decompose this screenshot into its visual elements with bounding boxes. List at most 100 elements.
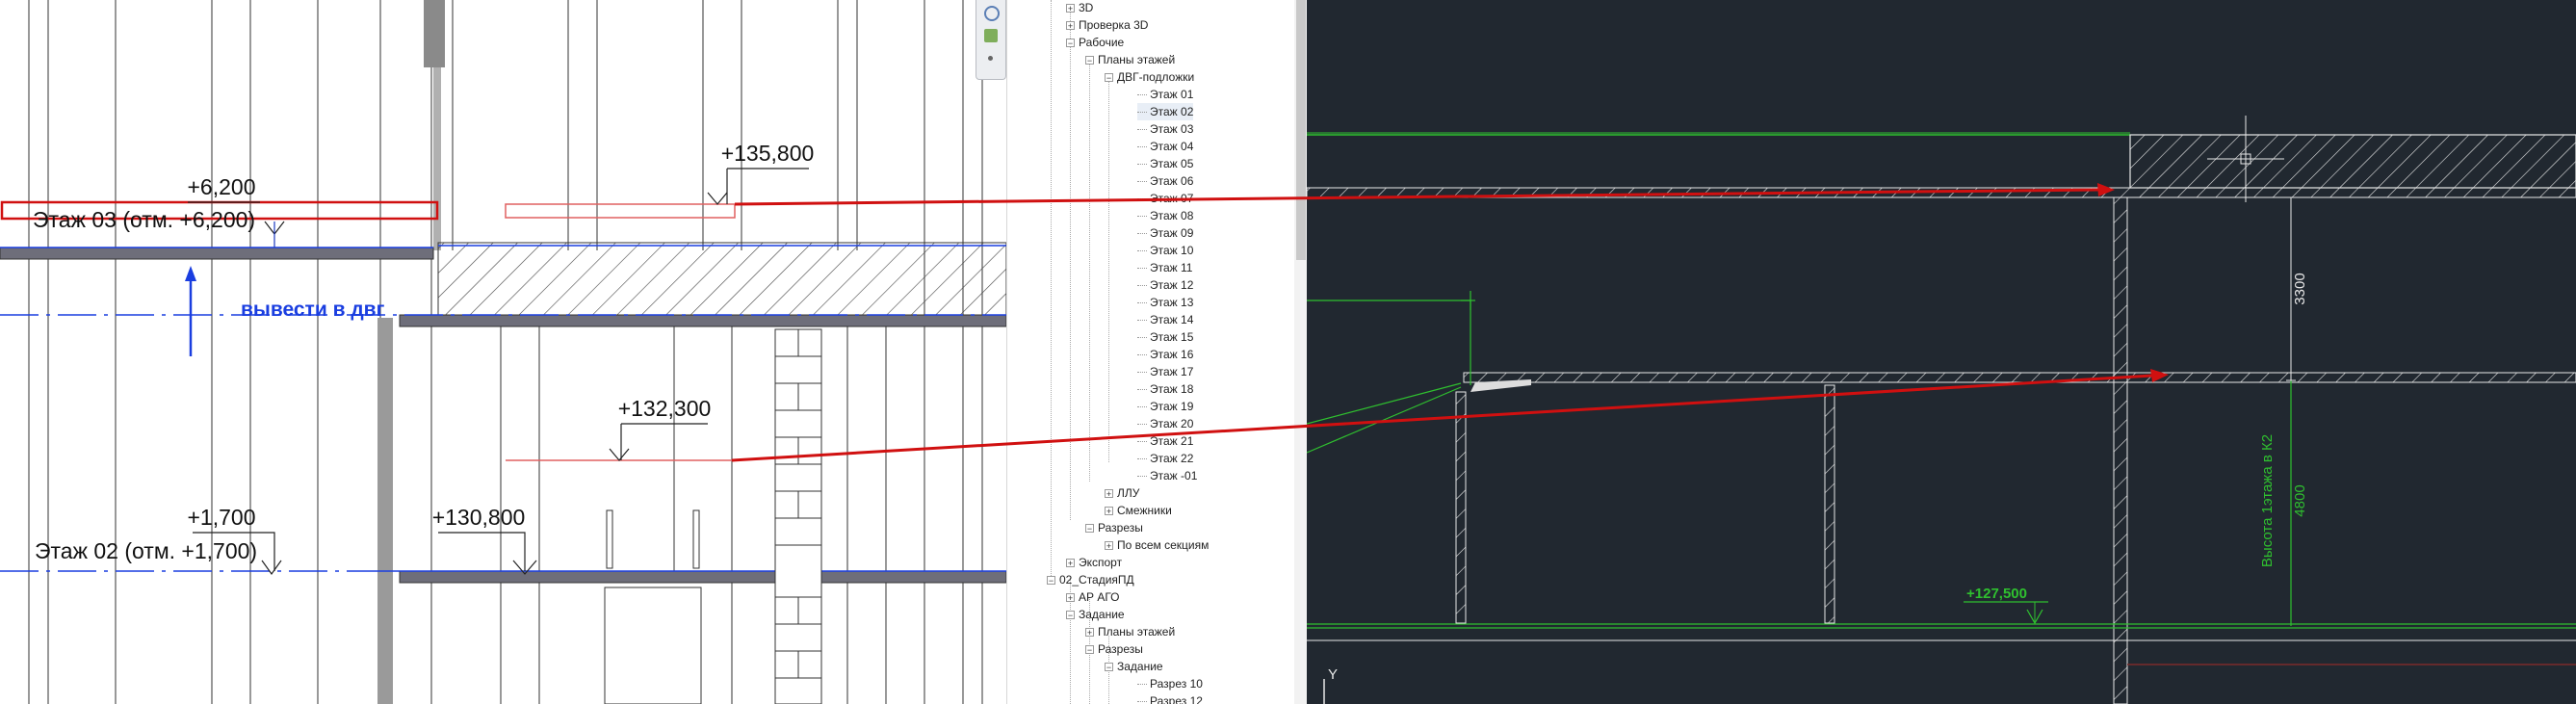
tree-item[interactable]: Этаж 13 <box>1137 294 1193 311</box>
tree-item[interactable]: Этаж 14 <box>1137 311 1193 328</box>
collapse-icon[interactable]: − <box>1105 663 1113 672</box>
tree-item-label: Этаж 02 <box>1150 105 1194 118</box>
tree-item[interactable]: −02_СтадияПД <box>1047 571 1134 588</box>
tree-item-label: Задание <box>1079 608 1125 621</box>
tree-connector <box>1051 0 1052 578</box>
expand-icon[interactable]: + <box>1105 489 1113 499</box>
navigation-bar[interactable] <box>976 0 1006 80</box>
tree-item[interactable]: + Проверка 3D <box>1066 16 1148 34</box>
tree-item[interactable]: Этаж 05 <box>1137 155 1193 172</box>
collapse-icon[interactable]: − <box>1105 73 1113 83</box>
tree-item[interactable]: Этаж 07 <box>1137 190 1193 207</box>
tree-item[interactable]: Этаж 10 <box>1137 242 1193 259</box>
tree-connector-dash <box>1137 354 1147 356</box>
expand-icon[interactable]: + <box>1066 4 1075 13</box>
tree-item[interactable]: Этаж 21 <box>1137 432 1193 450</box>
browser-scrollbar[interactable] <box>1294 0 1308 704</box>
export-note: вывести в двг <box>241 299 385 321</box>
tree-item[interactable]: Этаж 03 <box>1137 120 1193 138</box>
revit-section-view[interactable]: +6,200 Этаж 03 (отм. +6,200) +135,800 вы… <box>0 0 1006 704</box>
tree-item[interactable]: + Планы этажей <box>1085 623 1175 640</box>
tree-item[interactable]: Этаж 11 <box>1137 259 1192 276</box>
tree-connector <box>1070 10 1071 520</box>
tree-connector <box>1108 77 1109 462</box>
tree-connector-dash <box>1137 164 1147 166</box>
tree-item[interactable]: Этаж 01 <box>1137 86 1193 103</box>
tree-item-label: Проверка 3D <box>1079 18 1149 32</box>
tree-item-label: Этаж 19 <box>1150 400 1194 413</box>
collapse-icon[interactable]: − <box>1085 645 1094 655</box>
expand-icon[interactable]: + <box>1105 541 1113 551</box>
tree-item[interactable]: − ДВГ-подложки <box>1105 68 1194 86</box>
tree-item-label: ЛЛУ <box>1117 486 1140 500</box>
collapse-icon[interactable]: − <box>1047 576 1055 586</box>
tree-connector-dash <box>1137 337 1147 339</box>
tree-item[interactable]: + ЛЛУ <box>1105 484 1139 502</box>
tree-item[interactable]: Этаж 04 <box>1137 138 1193 155</box>
height-note: Высота 1этажа в К2 <box>2259 434 2276 567</box>
collapse-icon[interactable]: − <box>1066 39 1075 48</box>
tree-item[interactable]: Разрез 10 <box>1137 675 1203 692</box>
tree-item[interactable]: Этаж -01 <box>1137 467 1197 484</box>
tree-item[interactable]: − Задание <box>1105 658 1163 675</box>
tree-item[interactable]: +3D <box>1066 0 1093 16</box>
tree-item[interactable]: Этаж 16 <box>1137 346 1193 363</box>
tree-item[interactable]: Разрез 12 <box>1137 692 1203 704</box>
tree-item-label: Разрез 10 <box>1150 677 1203 691</box>
tree-item-label: Этаж 18 <box>1150 382 1194 396</box>
tree-item[interactable]: Этаж 18 <box>1137 380 1193 398</box>
tree-item[interactable]: Этаж 15 <box>1137 328 1193 346</box>
tree-item[interactable]: − Разрезы <box>1085 640 1143 658</box>
tree-connector-dash <box>1137 250 1147 252</box>
tree-connector-dash <box>1137 441 1147 443</box>
tree-item[interactable]: − Рабочие <box>1066 34 1124 51</box>
autocad-model-space[interactable]: +127,500 3300 4800 Высота 1этажа в К2 Y <box>1307 0 2576 704</box>
more-icon[interactable] <box>988 56 993 61</box>
tree-item[interactable]: Этаж 02 <box>1137 103 1194 120</box>
tree-item-label: Этаж 20 <box>1150 417 1194 430</box>
expand-icon[interactable]: + <box>1066 559 1075 568</box>
tree-item-label: ДВГ-подложки <box>1117 70 1195 84</box>
browser-scrollbar-thumb[interactable] <box>1296 0 1306 260</box>
tree-item[interactable]: + АР АГО <box>1066 588 1120 606</box>
tree-item[interactable]: + Смежники <box>1105 502 1172 519</box>
tree-item[interactable]: − Разрезы <box>1085 519 1143 536</box>
expand-icon[interactable]: + <box>1105 507 1113 516</box>
dim-3300: 3300 <box>2292 273 2308 304</box>
tree-item-label: Этаж 04 <box>1150 140 1194 153</box>
collapse-icon[interactable]: − <box>1085 524 1094 534</box>
tree-connector-dash <box>1137 181 1147 183</box>
collapse-icon[interactable]: − <box>1085 56 1094 65</box>
collapse-icon[interactable]: − <box>1066 611 1075 620</box>
expand-icon[interactable]: + <box>1066 21 1075 31</box>
zoom-icon[interactable] <box>984 6 1000 21</box>
tree-item[interactable]: Этаж 06 <box>1137 172 1193 190</box>
expand-icon[interactable]: + <box>1066 593 1075 603</box>
tree-connector-dash <box>1137 701 1147 703</box>
tree-item-label: Разрез 12 <box>1150 694 1203 704</box>
tree-item[interactable]: Этаж 17 <box>1137 363 1193 380</box>
tree-item[interactable]: − Планы этажей <box>1085 51 1175 68</box>
tree-item[interactable]: + Экспорт <box>1066 554 1122 571</box>
tree-item[interactable]: Этаж 19 <box>1137 398 1193 415</box>
tree-item[interactable]: − Задание <box>1066 606 1125 623</box>
expand-icon[interactable]: + <box>1085 628 1094 638</box>
floor3-label: Этаж 03 (отм. +6,200) <box>33 207 255 232</box>
tree-item-label: Этаж 22 <box>1150 452 1194 465</box>
dim-4800: 4800 <box>2292 484 2308 516</box>
tree-item-label: Этаж 16 <box>1150 348 1194 361</box>
tree-item-label: Этаж 06 <box>1150 174 1194 188</box>
tree-connector-dash <box>1137 684 1147 686</box>
tree-item[interactable]: Этаж 22 <box>1137 450 1193 467</box>
tree-item-label: Этаж 13 <box>1150 296 1194 309</box>
tree-item[interactable]: Этаж 09 <box>1137 224 1193 242</box>
tree-item-label: Этаж 08 <box>1150 209 1194 222</box>
tree-item[interactable]: + По всем секциям <box>1105 536 1209 554</box>
tree-item-label: Этаж 17 <box>1150 365 1194 378</box>
pan-icon[interactable] <box>984 29 998 42</box>
tree-item[interactable]: Этаж 08 <box>1137 207 1193 224</box>
tree-item[interactable]: Этаж 20 <box>1137 415 1193 432</box>
project-browser[interactable]: +3D + Проверка 3D − Рабочие − Планы этажей − ДВГ… <box>1006 0 1308 704</box>
tree-connector-dash <box>1137 129 1147 131</box>
tree-item[interactable]: Этаж 12 <box>1137 276 1193 294</box>
